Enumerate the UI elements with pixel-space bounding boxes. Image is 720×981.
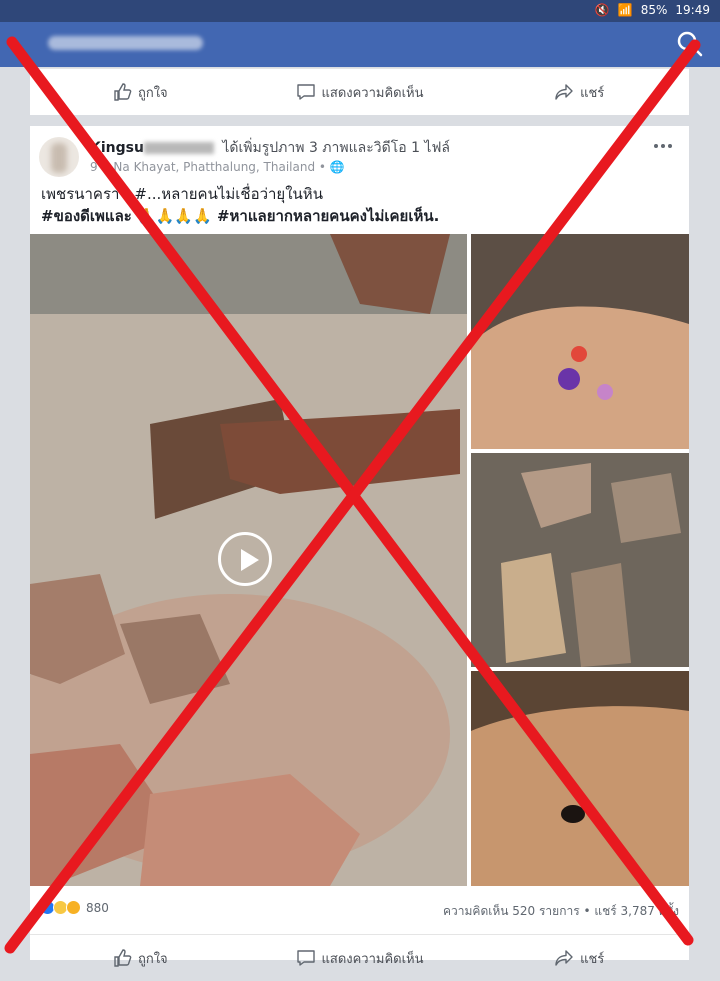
avatar[interactable] (39, 137, 79, 177)
like-icon (114, 83, 132, 101)
reaction-summary[interactable]: 880 (40, 900, 109, 915)
share-icon (555, 950, 573, 966)
reaction-count: 880 (86, 900, 109, 915)
post-text: เพชรนาคราช #...หลายคนไม่เชื่อว่ายุในหิน … (41, 183, 671, 227)
post-text-line-1: เพชรนาคราช #...หลายคนไม่เชื่อว่ายุในหิน (41, 185, 323, 203)
like-button[interactable]: ถูกใจ (30, 948, 250, 969)
share-icon (555, 84, 573, 100)
photo-2-image (471, 453, 689, 667)
globe-icon: 🌐 (329, 160, 345, 174)
search-bar-blurred[interactable] (48, 36, 203, 50)
wifi-icon: 📶 (617, 3, 633, 17)
post-card: Kingsu ได้เพิ่มรูปภาพ 3 ภาพและวิดีโอ 1 ไ… (30, 126, 689, 967)
more-icon[interactable] (653, 140, 673, 152)
share-button[interactable]: แชร์ (469, 948, 689, 969)
post-actions: ถูกใจ แสดงความคิดเห็น แชร์ (30, 934, 689, 981)
post-action-text: ได้เพิ่มรูปภาพ 3 ภาพและวิดีโอ 1 ไฟล์ (222, 140, 450, 156)
search-icon[interactable] (676, 30, 704, 58)
previous-post-actions: ถูกใจ แสดงความคิดเห็น แชร์ (30, 68, 689, 115)
author-name-blurred (143, 142, 214, 154)
photo-3[interactable] (471, 671, 689, 886)
post-meta: 9 ช Na Khayat, Phatthalung, Thailand • 🌐 (90, 160, 345, 174)
photo-2[interactable] (471, 453, 689, 667)
author-name[interactable]: Kingsu (90, 140, 144, 156)
like-button[interactable]: ถูกใจ (30, 82, 250, 103)
share-button[interactable]: แชร์ (469, 82, 689, 103)
comment-icon (296, 950, 315, 966)
video-thumbnail[interactable] (30, 234, 467, 886)
post-text-line-2: #ของดีเพและ 🙏🙏🙏🙏 #หาแลยากหลายคนคงไม่เคยเ… (41, 207, 440, 225)
comments-shares-count[interactable]: ความคิดเห็น 520 รายการ • แชร์ 3,787 ครั้… (443, 902, 679, 921)
app-header (0, 22, 720, 67)
comment-button[interactable]: แสดงความคิดเห็น (250, 948, 470, 969)
status-bar: 🔇 📶 85% 19:49 (0, 0, 720, 22)
photo-1-image (471, 234, 689, 449)
comment-button[interactable]: แสดงความคิดเห็น (250, 82, 470, 103)
battery-level: 85% (640, 3, 668, 17)
comment-icon (296, 84, 315, 100)
play-icon[interactable] (218, 532, 272, 586)
like-icon (114, 949, 132, 967)
post-location[interactable]: Na Khayat, Phatthalung, Thailand (113, 160, 315, 174)
mute-icon: 🔇 (594, 3, 610, 17)
wow-reaction-icon (66, 900, 81, 915)
post-time[interactable]: 9 ช (90, 160, 110, 174)
photo-1[interactable] (471, 234, 689, 449)
photo-3-image (471, 671, 689, 886)
clock: 19:49 (675, 3, 710, 17)
post-header: Kingsu ได้เพิ่มรูปภาพ 3 ภาพและวิดีโอ 1 ไ… (90, 137, 450, 159)
